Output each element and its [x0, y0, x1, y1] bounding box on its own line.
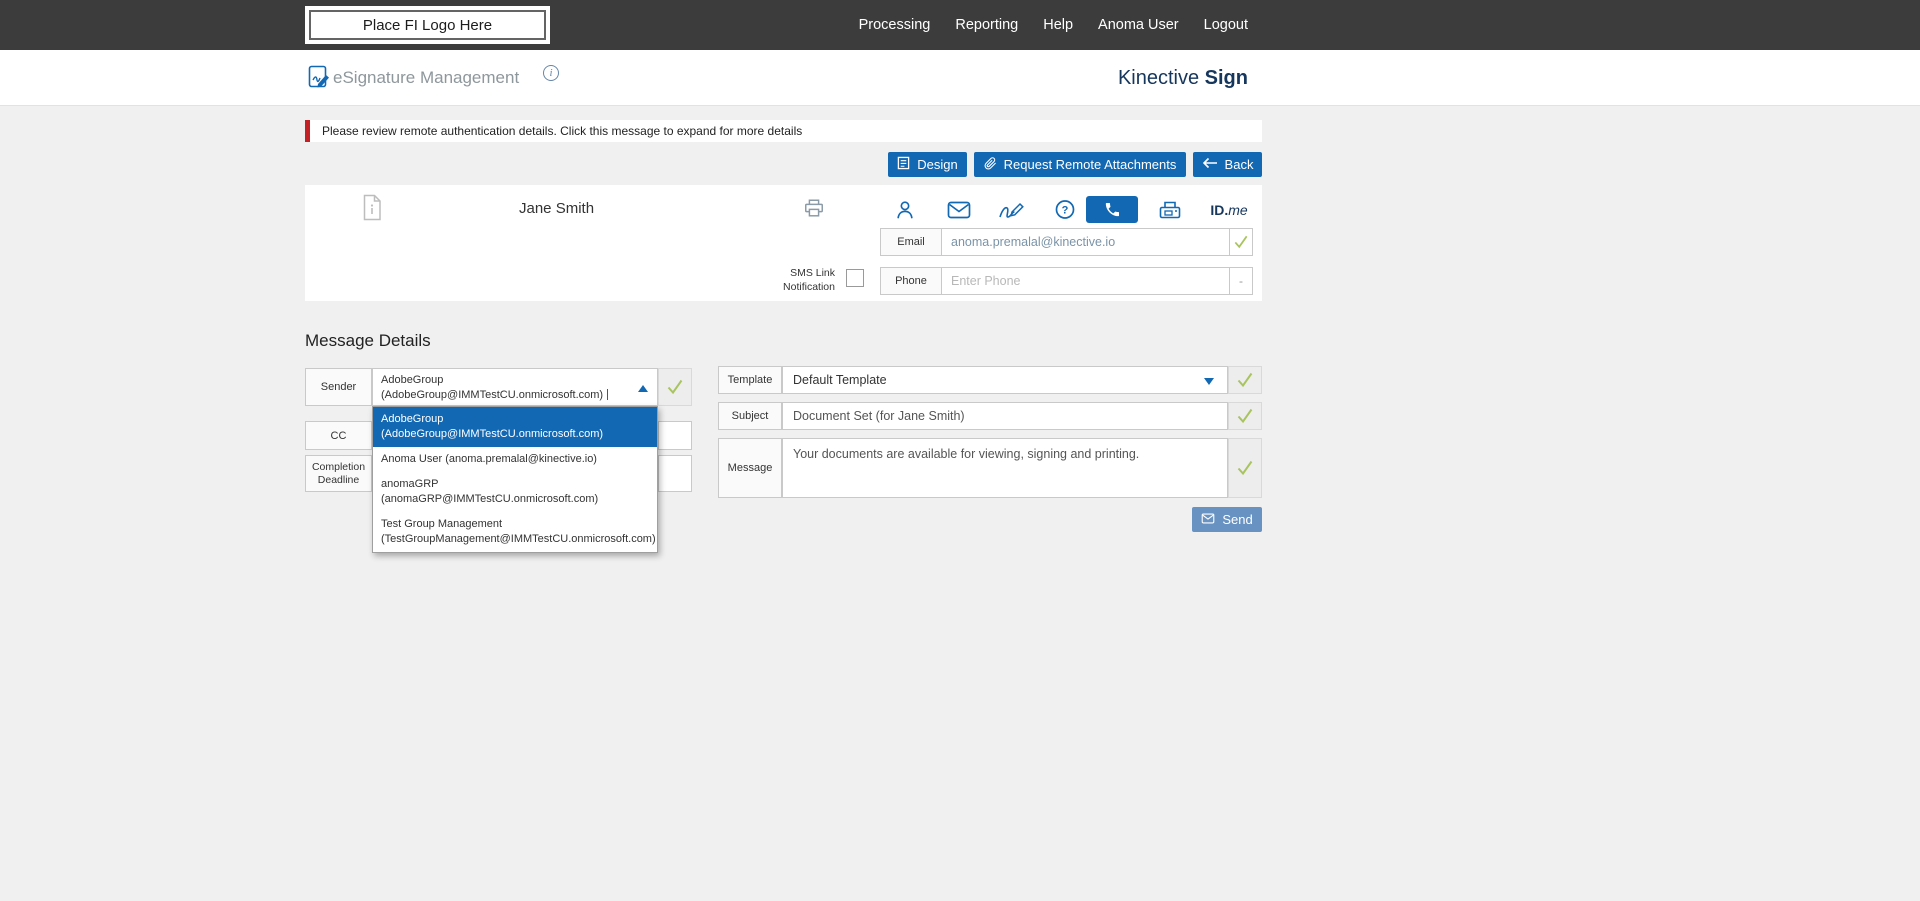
- request-remote-attachments-button[interactable]: Request Remote Attachments: [974, 152, 1186, 177]
- send-envelope-icon: [1201, 512, 1215, 527]
- chevron-up-icon: [638, 385, 648, 392]
- brand-logo: Kinective Sign: [1118, 67, 1248, 90]
- chevron-down-icon: [1204, 378, 1214, 385]
- message-value: Your documents are available for viewing…: [793, 447, 1139, 461]
- message-input[interactable]: Your documents are available for viewing…: [782, 438, 1228, 498]
- sms-link-notification-checkbox[interactable]: [846, 269, 864, 287]
- template-label: Template: [718, 366, 782, 394]
- template-select[interactable]: Default Template: [782, 366, 1228, 394]
- message-valid-check: [1228, 438, 1262, 498]
- completion-deadline-label: Completion Deadline: [305, 455, 372, 492]
- esignature-management-screen: Place FI Logo Here Processing Reporting …: [0, 0, 1920, 901]
- person-icon[interactable]: [891, 196, 919, 223]
- text-caret: [607, 389, 608, 400]
- design-button[interactable]: Design: [888, 152, 967, 177]
- subject-valid-check: [1228, 402, 1262, 430]
- sender-valid-check: [658, 368, 692, 406]
- sender-option-anomagrp[interactable]: anomaGRP (anomaGRP@IMMTestCU.onmicrosoft…: [373, 472, 657, 512]
- recipient-panel: Jane Smith: [305, 185, 1262, 301]
- fax-icon[interactable]: [1156, 196, 1184, 223]
- phone-label: Phone: [880, 267, 942, 295]
- brand-second: Sign: [1205, 67, 1248, 89]
- fi-logo-placeholder: Place FI Logo Here: [305, 6, 550, 44]
- sender-option-anoma-user[interactable]: Anoma User (anoma.premalal@kinective.io): [373, 447, 657, 472]
- idme-icon[interactable]: ID.me: [1204, 196, 1254, 223]
- sms-link-notification-label: SMS Link Notification: [763, 266, 835, 294]
- template-valid-check: [1228, 366, 1262, 394]
- subject-label: Subject: [718, 402, 782, 430]
- idme-label-bold: ID.: [1210, 202, 1228, 218]
- fi-logo-text: Place FI Logo Here: [363, 17, 492, 34]
- phone-input[interactable]: [941, 267, 1230, 295]
- sender-option-test-group-management[interactable]: Test Group Management (TestGroupManageme…: [373, 512, 657, 552]
- back-arrow-icon: [1202, 157, 1218, 172]
- message-label: Message: [718, 438, 782, 498]
- esignature-icon: [305, 64, 331, 95]
- nav-processing[interactable]: Processing: [859, 17, 931, 33]
- check-icon: [1236, 408, 1254, 424]
- notification-text: Please review remote authentication deta…: [322, 124, 802, 138]
- template-value: Default Template: [793, 373, 887, 387]
- completion-deadline-check-cell: [658, 455, 692, 492]
- sender-label: Sender: [305, 368, 372, 406]
- subject-input[interactable]: Document Set (for Jane Smith): [782, 402, 1228, 430]
- top-navigation: Processing Reporting Help Anoma User Log…: [859, 0, 1248, 50]
- email-icon[interactable]: [945, 196, 973, 223]
- sender-dropdown-list: AdobeGroup (AdobeGroup@IMMTestCU.onmicro…: [372, 406, 658, 553]
- email-valid-check: [1229, 228, 1253, 256]
- notification-banner[interactable]: Please review remote authentication deta…: [305, 120, 1262, 142]
- phone-icon-selected[interactable]: [1086, 196, 1138, 223]
- brand-first: Kinective: [1118, 67, 1199, 89]
- sender-select[interactable]: AdobeGroup (AdobeGroup@IMMTestCU.onmicro…: [372, 368, 658, 406]
- cc-check-cell: [658, 421, 692, 450]
- topbar: Place FI Logo Here Processing Reporting …: [0, 0, 1920, 50]
- paperclip-icon: [984, 156, 997, 174]
- page-title: eSignature Management: [333, 68, 519, 88]
- check-icon: [1236, 460, 1254, 476]
- idme-label-light: me: [1228, 202, 1247, 218]
- recipient-name: Jane Smith: [519, 200, 594, 217]
- email-input[interactable]: [941, 228, 1230, 256]
- nav-user-menu[interactable]: Anoma User: [1098, 17, 1179, 33]
- question-icon[interactable]: ?: [1051, 196, 1079, 223]
- svg-text:?: ?: [1062, 204, 1069, 216]
- message-details-heading: Message Details: [305, 331, 431, 351]
- nav-reporting[interactable]: Reporting: [955, 17, 1018, 33]
- back-button[interactable]: Back: [1193, 152, 1262, 177]
- cc-label: CC: [305, 421, 372, 450]
- nav-logout[interactable]: Logout: [1204, 17, 1248, 33]
- check-icon: [1236, 372, 1254, 388]
- nav-help[interactable]: Help: [1043, 17, 1073, 33]
- send-button[interactable]: Send: [1192, 507, 1262, 532]
- check-icon: [666, 379, 684, 395]
- subject-value: Document Set (for Jane Smith): [793, 409, 965, 423]
- check-icon: [1233, 235, 1249, 249]
- sender-option-adobegroup[interactable]: AdobeGroup (AdobeGroup@IMMTestCU.onmicro…: [373, 407, 657, 447]
- signature-pen-icon[interactable]: [997, 196, 1025, 223]
- email-label: Email: [880, 228, 942, 256]
- app-header: eSignature Management i Kinective Sign: [0, 50, 1920, 106]
- printer-icon[interactable]: [803, 197, 825, 224]
- design-document-icon: [897, 156, 910, 173]
- document-icon: [361, 194, 383, 226]
- sender-value: AdobeGroup (AdobeGroup@IMMTestCU.onmicro…: [381, 374, 603, 401]
- phone-suffix-cell: -: [1229, 267, 1253, 295]
- info-icon[interactable]: i: [543, 65, 559, 81]
